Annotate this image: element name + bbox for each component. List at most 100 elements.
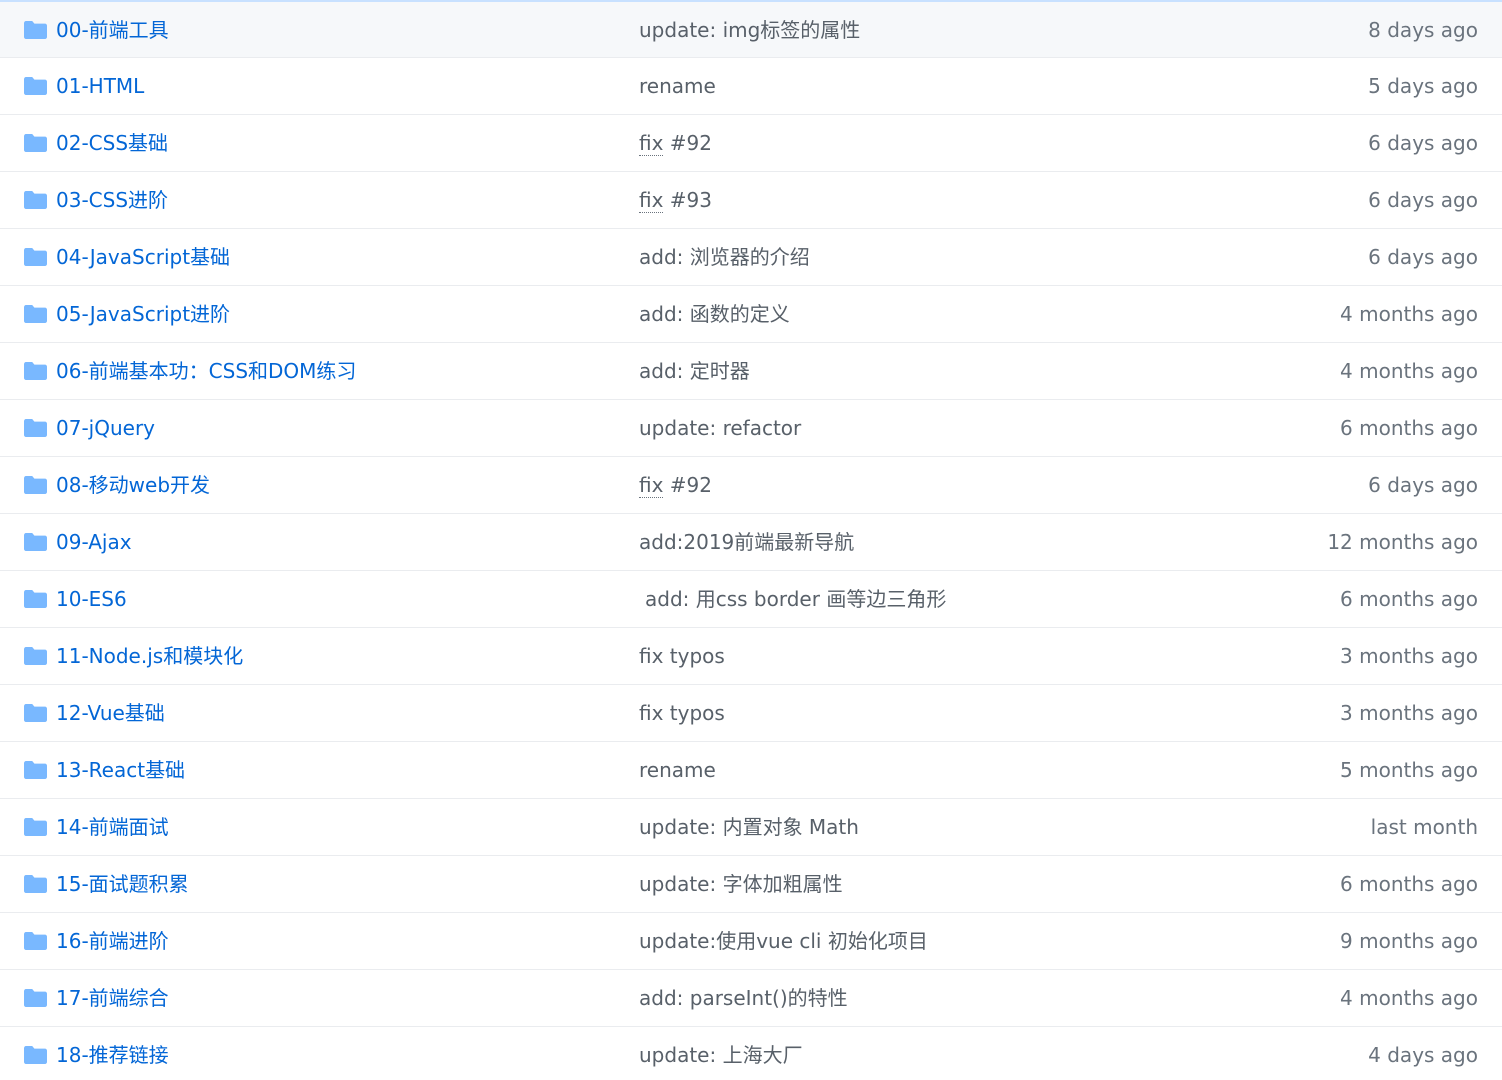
commit-message-link[interactable]: add: parseInt()的特性 <box>639 970 848 1026</box>
table-row: 08-移动web开发 fix #92 6 days ago <box>0 457 1502 514</box>
folder-icon <box>24 1046 47 1064</box>
commit-keyword: fix <box>639 131 664 156</box>
commit-keyword: fix <box>639 188 664 213</box>
folder-name-link[interactable]: 09-Ajax <box>56 514 132 570</box>
commit-age: 4 months ago <box>1340 986 1478 1010</box>
commit-message-link[interactable]: update: 字体加粗属性 <box>639 856 843 912</box>
commit-age: 3 months ago <box>1340 701 1478 725</box>
folder-name-link[interactable]: 16-前端进阶 <box>56 913 169 969</box>
commit-age: 6 days ago <box>1368 245 1478 269</box>
folder-name-link[interactable]: 15-面试题积累 <box>56 856 189 912</box>
folder-name-link[interactable]: 10-ES6 <box>56 571 127 627</box>
folder-icon <box>24 875 47 893</box>
table-row: 05-JavaScript进阶 add: 函数的定义 4 months ago <box>0 286 1502 343</box>
folder-icon <box>24 191 47 209</box>
folder-name-link[interactable]: 08-移动web开发 <box>56 457 210 513</box>
folder-name-link[interactable]: 17-前端综合 <box>56 970 169 1026</box>
table-row: 02-CSS基础 fix #92 6 days ago <box>0 115 1502 172</box>
commit-age: 6 months ago <box>1340 872 1478 896</box>
folder-icon <box>24 305 47 323</box>
table-row: 17-前端综合 add: parseInt()的特性 4 months ago <box>0 970 1502 1027</box>
commit-age: 4 days ago <box>1368 1043 1478 1067</box>
commit-message-link[interactable]: update:使用vue cli 初始化项目 <box>639 913 928 969</box>
folder-name-link[interactable]: 18-推荐链接 <box>56 1027 169 1080</box>
folder-name-link[interactable]: 05-JavaScript进阶 <box>56 286 230 342</box>
commit-message-link[interactable]: fix #93 <box>639 172 712 228</box>
commit-age: 4 months ago <box>1340 302 1478 326</box>
folder-icon <box>24 932 47 950</box>
table-row: 09-Ajax add:2019前端最新导航 12 months ago <box>0 514 1502 571</box>
commit-age: 6 months ago <box>1340 587 1478 611</box>
issue-reference-link[interactable]: #92 <box>663 473 712 497</box>
folder-name-link[interactable]: 06-前端基本功：CSS和DOM练习 <box>56 343 356 399</box>
folder-icon <box>24 761 47 779</box>
table-row: 12-Vue基础 fix typos 3 months ago <box>0 685 1502 742</box>
table-row: 14-前端面试 update: 内置对象 Math last month <box>0 799 1502 856</box>
commit-message-link[interactable]: fix #92 <box>639 115 712 171</box>
folder-icon <box>24 77 47 95</box>
commit-message-link[interactable]: fix typos <box>639 628 725 684</box>
commit-age: 6 months ago <box>1340 416 1478 440</box>
folder-icon <box>24 818 47 836</box>
commit-age: 8 days ago <box>1368 18 1478 42</box>
commit-age: last month <box>1370 815 1478 839</box>
folder-name-link[interactable]: 13-React基础 <box>56 742 185 798</box>
folder-icon <box>24 989 47 1007</box>
table-row: 07-jQuery update: refactor 6 months ago <box>0 400 1502 457</box>
table-row: 16-前端进阶 update:使用vue cli 初始化项目 9 months … <box>0 913 1502 970</box>
commit-keyword: fix <box>639 473 664 498</box>
commit-message-link[interactable]: add: 浏览器的介绍 <box>639 229 810 285</box>
commit-age: 5 months ago <box>1340 758 1478 782</box>
commit-message-link[interactable]: fix typos <box>639 685 725 741</box>
folder-name-link[interactable]: 12-Vue基础 <box>56 685 165 741</box>
commit-age: 6 days ago <box>1368 473 1478 497</box>
file-list-table: 00-前端工具 update: img标签的属性 8 days ago 01-H… <box>0 0 1502 1080</box>
commit-message-link[interactable]: add: 函数的定义 <box>639 286 790 342</box>
commit-message-link[interactable]: fix #92 <box>639 457 712 513</box>
folder-icon <box>24 704 47 722</box>
folder-icon <box>24 21 47 39</box>
folder-name-link[interactable]: 00-前端工具 <box>56 2 169 58</box>
folder-name-link[interactable]: 02-CSS基础 <box>56 115 168 171</box>
folder-name-link[interactable]: 04-JavaScript基础 <box>56 229 230 285</box>
commit-message-link[interactable]: add: 用css border 画等边三角形 <box>645 571 946 627</box>
folder-name-link[interactable]: 07-jQuery <box>56 400 155 456</box>
folder-icon <box>24 590 47 608</box>
table-row: 01-HTML rename 5 days ago <box>0 58 1502 115</box>
folder-name-link[interactable]: 03-CSS进阶 <box>56 172 168 228</box>
table-row: 15-面试题积累 update: 字体加粗属性 6 months ago <box>0 856 1502 913</box>
commit-message-link[interactable]: update: img标签的属性 <box>639 2 860 58</box>
table-row: 10-ES6 add: 用css border 画等边三角形 6 months … <box>0 571 1502 628</box>
folder-icon <box>24 533 47 551</box>
table-row: 04-JavaScript基础 add: 浏览器的介绍 6 days ago <box>0 229 1502 286</box>
issue-reference-link[interactable]: #92 <box>663 131 712 155</box>
folder-icon <box>24 362 47 380</box>
table-row: 18-推荐链接 update: 上海大厂 4 days ago <box>0 1027 1502 1080</box>
commit-age: 9 months ago <box>1340 929 1478 953</box>
folder-icon <box>24 419 47 437</box>
table-row: 13-React基础 rename 5 months ago <box>0 742 1502 799</box>
issue-reference-link[interactable]: #93 <box>663 188 712 212</box>
commit-message-link[interactable]: rename <box>639 58 716 114</box>
folder-name-link[interactable]: 14-前端面试 <box>56 799 169 855</box>
folder-name-link[interactable]: 11-Node.js和模块化 <box>56 628 243 684</box>
table-row: 00-前端工具 update: img标签的属性 8 days ago <box>0 2 1502 58</box>
commit-age: 3 months ago <box>1340 644 1478 668</box>
commit-message-link[interactable]: rename <box>639 742 716 798</box>
folder-icon <box>24 476 47 494</box>
table-row: 06-前端基本功：CSS和DOM练习 add: 定时器 4 months ago <box>0 343 1502 400</box>
commit-message-link[interactable]: add: 定时器 <box>639 343 750 399</box>
commit-message-link[interactable]: add:2019前端最新导航 <box>639 514 854 570</box>
commit-message-link[interactable]: update: 上海大厂 <box>639 1027 803 1080</box>
folder-name-link[interactable]: 01-HTML <box>56 58 144 114</box>
folder-icon <box>24 134 47 152</box>
commit-age: 5 days ago <box>1368 74 1478 98</box>
table-row: 11-Node.js和模块化 fix typos 3 months ago <box>0 628 1502 685</box>
commit-age: 12 months ago <box>1327 530 1478 554</box>
table-row: 03-CSS进阶 fix #93 6 days ago <box>0 172 1502 229</box>
commit-message-link[interactable]: update: refactor <box>639 400 801 456</box>
commit-age: 6 days ago <box>1368 188 1478 212</box>
folder-icon <box>24 248 47 266</box>
commit-age: 4 months ago <box>1340 359 1478 383</box>
commit-message-link[interactable]: update: 内置对象 Math <box>639 799 859 855</box>
